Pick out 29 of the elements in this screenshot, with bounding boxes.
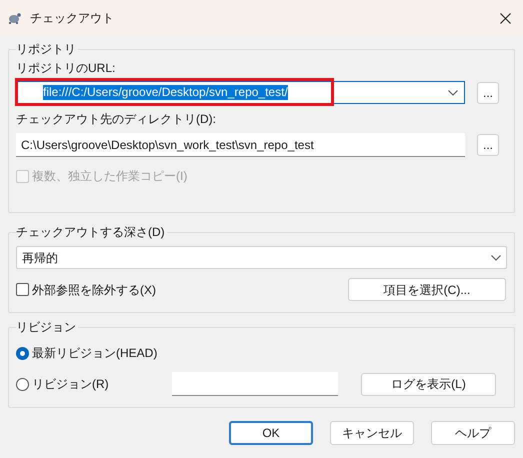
caret-icon <box>448 90 458 96</box>
radio-label: 最新リビジョン(HEAD) <box>32 345 158 362</box>
checkbox-label: 複数、独立した作業コピー(I) <box>32 168 188 185</box>
show-log-button[interactable]: ログを表示(L) <box>361 372 496 396</box>
close-icon[interactable] <box>500 12 511 24</box>
checkbox-label: 外部参照を除外する(X) <box>32 282 156 298</box>
revision-field[interactable] <box>172 372 338 396</box>
browse-button[interactable]: ... <box>477 82 499 104</box>
radio-button[interactable] <box>16 346 29 360</box>
field-label: チェックアウト先のディレクトリ(D): <box>16 111 217 127</box>
depth-combo-box[interactable]: 再帰的 <box>16 246 507 269</box>
turtle-icon <box>7 12 21 24</box>
directory-field[interactable]: C:\Users\groove\Desktop\svn_work_test\svn_repo_test <box>16 133 465 157</box>
browse-button[interactable]: ... <box>477 134 499 156</box>
radio-button[interactable] <box>16 378 29 390</box>
url-combo-box[interactable]: file:///C:/Users/groove/Desktop/svn_repo_test/ <box>16 81 465 104</box>
dialog-button[interactable]: OK <box>229 421 313 445</box>
url-text: file:///C:/Users/groove/Desktop/svn_repo_test/ <box>43 85 288 100</box>
group-legend: リビジョン <box>16 319 78 335</box>
radio-label: リビジョン(R) <box>32 376 109 393</box>
choose-items-button[interactable]: 項目を選択(C)... <box>348 278 506 301</box>
caret-icon <box>491 254 501 260</box>
field-label: リポジトリのURL: <box>16 60 116 76</box>
group-legend: チェックアウトする深さ(D) <box>16 224 167 240</box>
checkbox[interactable] <box>16 283 29 296</box>
window-title: チェックアウト <box>30 10 114 27</box>
dialog-button[interactable]: キャンセル <box>330 421 414 445</box>
dialog-button[interactable]: ヘルプ <box>431 421 515 445</box>
group-legend: リポジトリ <box>16 41 78 57</box>
